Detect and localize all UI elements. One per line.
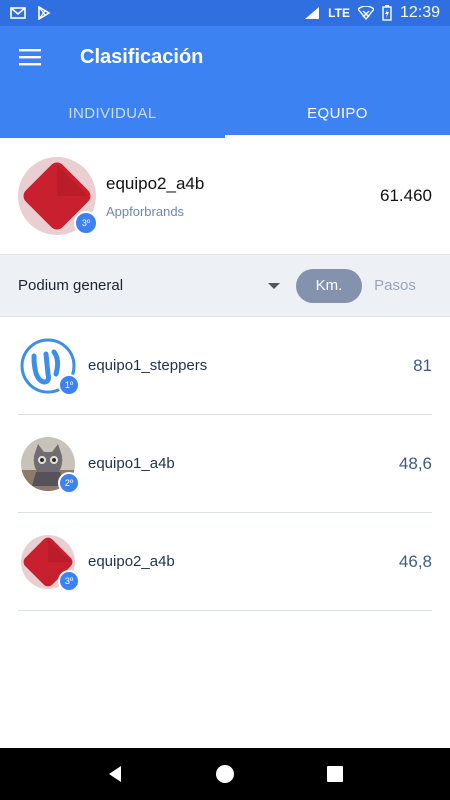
- team-avatar: 1º: [20, 338, 80, 396]
- home-button[interactable]: [205, 754, 245, 794]
- current-team-card: 3º equipo2_a4b Appforbrands 61.460: [0, 138, 450, 254]
- battery-charging-icon: [382, 5, 392, 21]
- rank-badge: 3º: [74, 211, 98, 235]
- team-name: equipo2_a4b: [106, 173, 205, 193]
- unit-toggle: Km. Pasos: [296, 268, 428, 303]
- toggle-pasos[interactable]: Pasos: [362, 269, 428, 303]
- team-avatar: 3º: [18, 157, 98, 235]
- list-item[interactable]: 2º equipo1_a4b 48,6: [18, 415, 432, 513]
- status-bar: LTE 12:39: [0, 0, 450, 26]
- hamburger-menu-icon: [19, 49, 41, 66]
- wifi-icon: [357, 6, 374, 20]
- signal-icon: [305, 7, 320, 19]
- clock: 12:39: [399, 4, 440, 21]
- app-bar: Clasificación: [0, 26, 450, 88]
- recents-icon: [327, 766, 343, 782]
- back-icon: [109, 766, 121, 782]
- home-icon: [216, 765, 234, 783]
- network-type: LTE: [328, 6, 350, 20]
- tab-bar: INDIVIDUAL EQUIPO: [0, 88, 450, 138]
- filter-bar: Podium general Km. Pasos: [0, 254, 450, 317]
- recents-button[interactable]: [315, 754, 355, 794]
- podium-select-value: Podium general: [18, 277, 124, 294]
- team-value: 46,8: [398, 551, 432, 571]
- list-item[interactable]: 3º equipo2_a4b 46,8: [18, 513, 432, 611]
- ranking-list: 1º equipo1_steppers 81 2º equipo1_a4b 48…: [18, 317, 432, 611]
- company-name: Appforbrands: [106, 203, 185, 219]
- tab-equipo[interactable]: EQUIPO: [225, 88, 450, 138]
- rank-badge: 3º: [58, 569, 80, 592]
- team-avatar: 2º: [20, 436, 80, 494]
- gmail-icon: [10, 7, 26, 19]
- team-score: 61.460: [380, 186, 432, 205]
- dropdown-arrow-icon: [268, 282, 280, 289]
- rank-badge: 2º: [58, 471, 80, 494]
- podium-select[interactable]: Podium general: [18, 277, 280, 294]
- back-button[interactable]: [95, 754, 135, 794]
- menu-button[interactable]: [0, 26, 60, 88]
- team-value: 81: [413, 355, 432, 375]
- team-value: 48,6: [398, 453, 432, 473]
- team-name: equipo2_a4b: [88, 553, 175, 570]
- team-avatar: 3º: [20, 534, 80, 592]
- team-name: equipo1_a4b: [88, 455, 175, 472]
- page-title: Clasificación: [80, 45, 204, 68]
- rank-badge: 1º: [58, 373, 80, 396]
- toggle-km[interactable]: Km.: [296, 268, 362, 303]
- team-name: equipo1_steppers: [88, 357, 208, 374]
- list-item[interactable]: 1º equipo1_steppers 81: [18, 317, 432, 415]
- tab-individual[interactable]: INDIVIDUAL: [0, 88, 225, 138]
- play-store-icon: [38, 6, 51, 20]
- system-nav-bar: [0, 748, 450, 800]
